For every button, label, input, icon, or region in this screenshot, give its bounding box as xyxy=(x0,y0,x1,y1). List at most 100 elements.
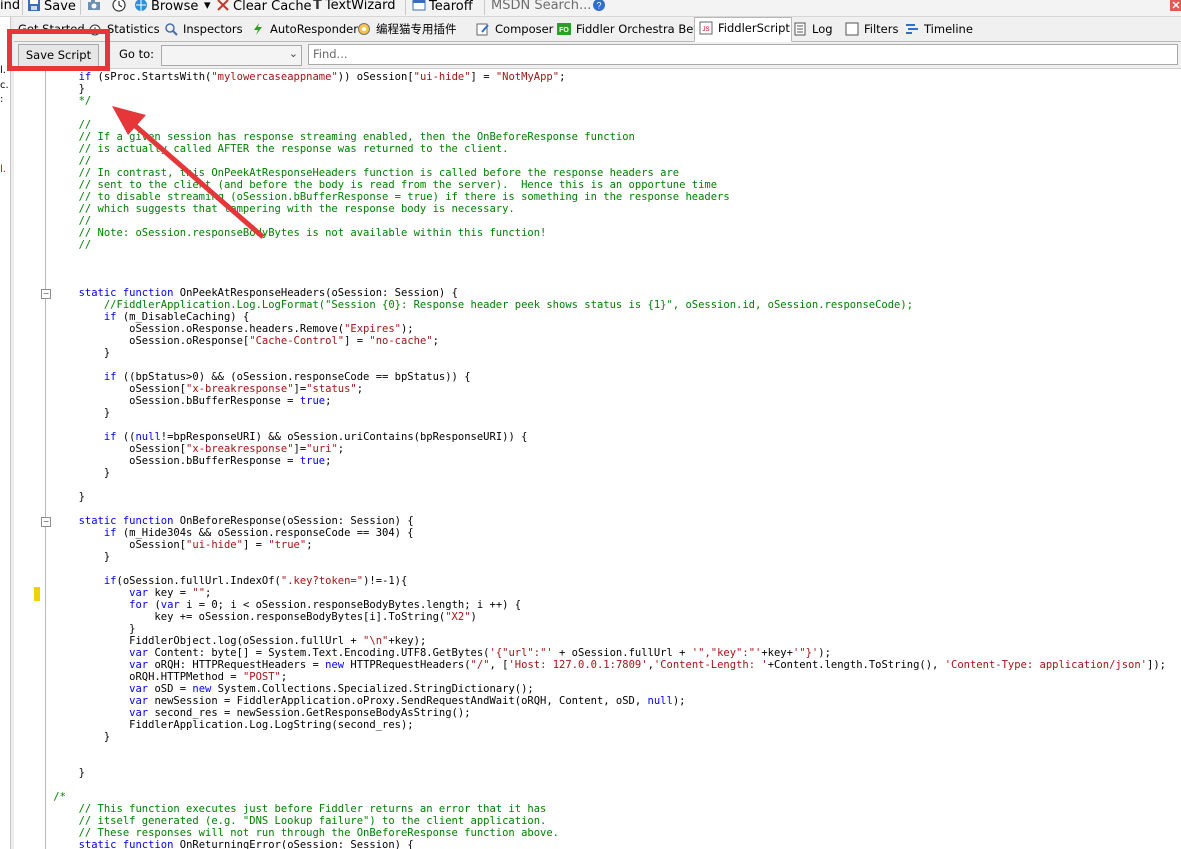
code-line[interactable]: // itself generated (e.g. "DNS Lookup fa… xyxy=(28,815,547,827)
tab-orchestra[interactable]: FO Fiddler Orchestra Beta xyxy=(557,19,705,40)
code-line[interactable]: // xyxy=(28,119,92,131)
code-line[interactable]: // to disable streaming (oSession.bBuffe… xyxy=(28,191,730,203)
code-area[interactable]: if (sProc.StartsWith("mylowercaseappname… xyxy=(14,69,1181,849)
browse-button[interactable]: Browse xyxy=(134,0,198,16)
code-line[interactable]: } xyxy=(28,347,110,359)
tab-inspectors-label: Inspectors xyxy=(183,22,243,36)
tab-fiddlerscript-label: FiddlerScript xyxy=(718,21,790,35)
text-wizard-icon: T xyxy=(313,0,322,13)
code-line[interactable]: var key = ""; xyxy=(28,587,211,599)
clear-cache-button[interactable]: Clear Cache xyxy=(216,0,312,16)
save-label: Save xyxy=(44,0,76,14)
code-line[interactable]: } xyxy=(28,623,135,635)
tab-filters[interactable]: Filters xyxy=(845,19,898,40)
code-line[interactable]: } xyxy=(28,467,110,479)
browse-dropdown-arrow[interactable]: ▾ xyxy=(204,0,211,16)
code-line[interactable]: oSession.oResponse.headers.Remove("Expir… xyxy=(28,323,414,335)
code-line[interactable]: // xyxy=(28,155,92,167)
camera-icon xyxy=(88,0,100,10)
code-line[interactable]: */ xyxy=(28,95,92,107)
code-line[interactable]: } xyxy=(28,83,85,95)
code-line[interactable]: oSession["x-breakresponse"]="uri"; xyxy=(28,443,344,455)
timer-button[interactable] xyxy=(112,0,129,16)
code-line[interactable]: oSession.bBufferResponse = true; xyxy=(28,455,331,467)
code-line[interactable]: // xyxy=(28,215,92,227)
code-line[interactable]: var newSession = FiddlerApplication.oPro… xyxy=(28,695,685,707)
code-line[interactable]: //FiddlerApplication.Log.LogFormat("Sess… xyxy=(28,299,913,311)
code-line[interactable]: // These responses will not run through … xyxy=(28,827,559,839)
tab-orchestra-label: Fiddler Orchestra Beta xyxy=(576,22,705,36)
code-line[interactable]: } xyxy=(28,551,110,563)
close-x-icon xyxy=(1170,0,1181,11)
toolbar-separator xyxy=(405,0,406,15)
goto-dropdown[interactable]: ⌄ xyxy=(161,45,302,66)
code-line[interactable]: if ((bpStatus>0) && (oSession.responseCo… xyxy=(28,371,471,383)
code-line[interactable]: } xyxy=(28,767,85,779)
tab-filters-label: Filters xyxy=(864,22,899,36)
code-line[interactable]: oSession.bBufferResponse = true; xyxy=(28,395,331,407)
code-line[interactable]: } xyxy=(28,731,110,743)
eraser-x-icon xyxy=(217,0,229,11)
code-line[interactable]: // If a given session has response strea… xyxy=(28,131,635,143)
code-line[interactable]: // This function executes just before Fi… xyxy=(28,803,547,815)
msdn-search-input[interactable]: MSDN Search... xyxy=(491,0,591,16)
code-line[interactable]: oSession["x-breakresponse"]="status"; xyxy=(28,383,363,395)
tab-log[interactable]: Log xyxy=(793,19,833,40)
tearoff-button[interactable]: Tearoff xyxy=(412,0,473,16)
code-line[interactable]: /* xyxy=(28,791,66,803)
code-line[interactable]: } xyxy=(28,407,110,419)
code-line[interactable]: var oSD = new System.Collections.Special… xyxy=(28,683,534,695)
tab-plugin[interactable]: 编程猫专用插件 xyxy=(357,19,457,40)
code-line[interactable]: static function OnPeekAtResponseHeaders(… xyxy=(28,287,458,299)
pencil-paper-icon xyxy=(476,23,489,36)
svg-text:FO: FO xyxy=(559,27,569,34)
fo-badge-icon: FO xyxy=(557,23,571,35)
code-line[interactable]: var second_res = newSession.GetResponseB… xyxy=(28,707,470,719)
magnifier-icon xyxy=(165,23,178,36)
tab-inspectors[interactable]: Inspectors xyxy=(164,19,243,40)
textwizard-button[interactable]: T TextWizard xyxy=(313,0,396,16)
code-line[interactable]: if (m_Hide304s && oSession.responseCode … xyxy=(28,527,414,539)
code-line[interactable]: if (m_DisableCaching) { xyxy=(28,311,249,323)
inspector-tabs: Get Started Statistics Inspectors AutoRe… xyxy=(14,17,1181,42)
code-line[interactable]: oSession.oResponse["Cache-Control"] = "n… xyxy=(28,335,439,347)
save-button[interactable]: Save xyxy=(27,0,76,16)
code-line[interactable]: oRQH.HTTPMethod = "POST"; xyxy=(28,671,287,683)
toolbar-find-button[interactable]: ind xyxy=(0,0,20,16)
code-line[interactable]: FiddlerObject.log(oSession.fullUrl + "\n… xyxy=(28,635,426,647)
svg-text:?: ? xyxy=(596,1,601,11)
document-icon xyxy=(794,22,806,36)
code-line[interactable]: // sent to the client (and before the bo… xyxy=(28,179,718,191)
code-line[interactable]: // Note: oSession.responseBodyBytes is n… xyxy=(28,227,547,239)
tab-autoresponder[interactable]: AutoResponder xyxy=(251,19,358,40)
code-line[interactable]: // In contrast, this OnPeekAtResponseHea… xyxy=(28,167,680,179)
code-line[interactable]: static function OnBeforeResponse(oSessio… xyxy=(28,515,414,527)
tab-timeline[interactable]: Timeline xyxy=(905,19,973,40)
left-strip-mark: l. xyxy=(0,65,6,76)
code-line[interactable]: for (var i = 0; i < oSession.responseBod… xyxy=(28,599,521,611)
code-line[interactable]: key += oSession.responseBodyBytes[i].ToS… xyxy=(28,611,476,623)
tab-fiddlerscript[interactable]: JS FiddlerScript xyxy=(694,17,792,42)
code-line[interactable]: var oRQH: HTTPRequestHeaders = new HTTPR… xyxy=(28,659,1166,671)
code-line[interactable]: } xyxy=(28,491,85,503)
code-line[interactable]: static function OnReturningError(oSessio… xyxy=(28,839,414,849)
screenshot-button[interactable] xyxy=(87,0,104,16)
tab-composer-label: Composer xyxy=(495,22,554,36)
code-line[interactable]: FiddlerApplication.Log.LogString(second_… xyxy=(28,719,413,731)
tab-composer[interactable]: Composer xyxy=(476,19,553,40)
code-line[interactable]: // which suggests that tampering with th… xyxy=(28,203,515,215)
find-input[interactable]: Find... xyxy=(308,44,1178,65)
code-line[interactable]: if (sProc.StartsWith("mylowercaseappname… xyxy=(28,71,566,83)
code-line[interactable]: if(oSession.fullUrl.IndexOf(".key?token=… xyxy=(28,575,407,587)
chevron-down-icon: ⌄ xyxy=(288,47,298,60)
code-line[interactable]: var Content: byte[] = System.Text.Encodi… xyxy=(28,647,831,659)
code-line[interactable]: // is actually called AFTER the response… xyxy=(28,143,509,155)
code-line[interactable]: if ((null!=bpResponseURI) && oSession.ur… xyxy=(28,431,528,443)
lightning-bolt-icon xyxy=(254,23,262,35)
code-line[interactable]: oSession["ui-hide"] = "true"; xyxy=(28,539,312,551)
help-button[interactable]: ? xyxy=(592,0,609,16)
script-editor[interactable]: − − if (sProc.StartsWith("mylowercaseapp… xyxy=(14,69,1181,849)
code-line[interactable]: // xyxy=(28,239,92,251)
close-icon[interactable] xyxy=(1170,0,1181,16)
floppy-disk-icon xyxy=(28,0,40,11)
